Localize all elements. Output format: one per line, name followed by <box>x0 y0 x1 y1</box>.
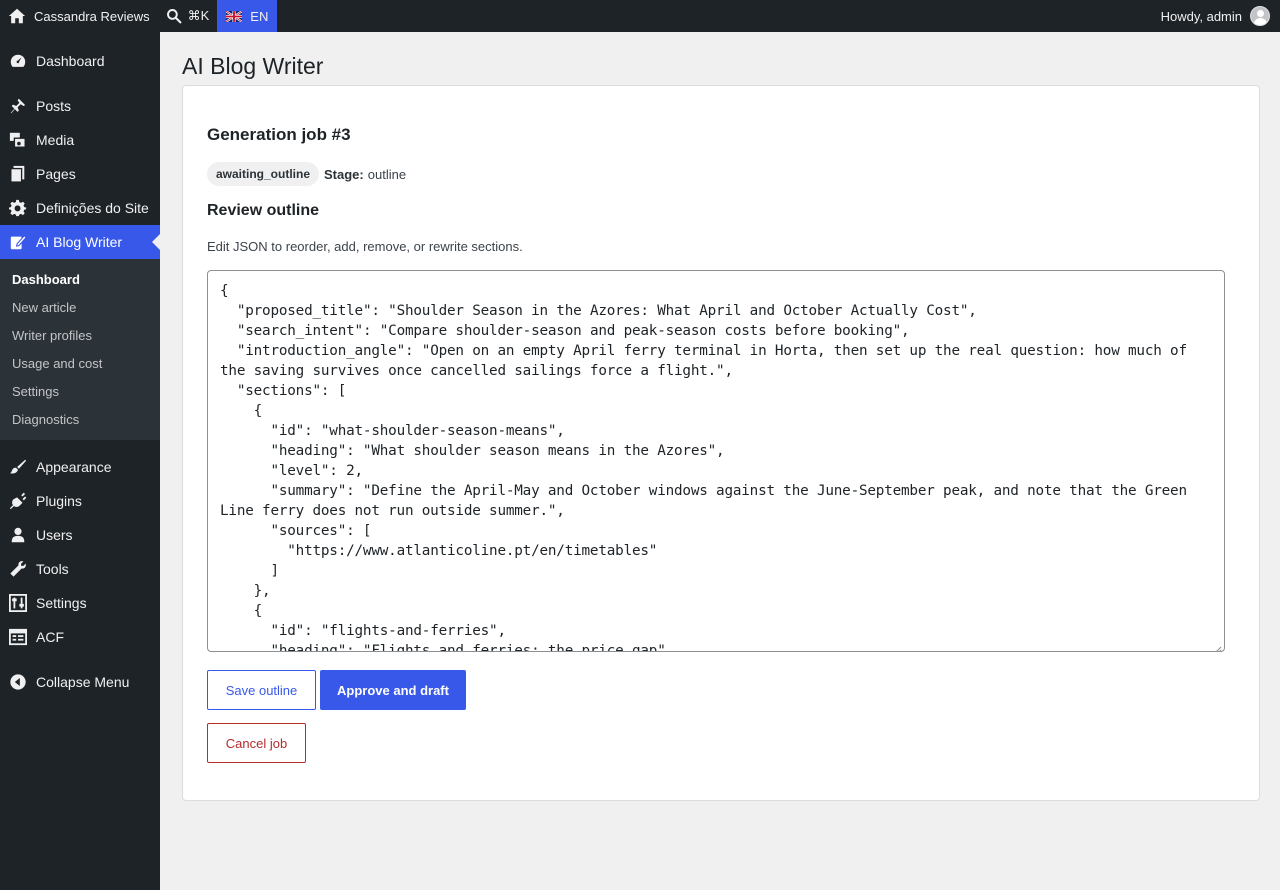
sidebar-item-label: Appearance <box>36 459 112 475</box>
sidebar-item-tools[interactable]: Tools <box>0 552 160 586</box>
sidebar-item-label: AI Blog Writer <box>36 234 123 250</box>
sidebar-item-site-settings[interactable]: Definições do Site <box>0 191 160 225</box>
status-row: awaiting_outline Stage: outline <box>207 162 406 186</box>
stage-value: outline <box>367 166 407 182</box>
sidebar-item-label: Definições do Site <box>36 200 149 216</box>
page-title: AI Blog Writer <box>182 53 324 79</box>
pages-icon <box>0 165 36 183</box>
stage-label: Stage: <box>324 166 364 182</box>
job-title: Generation job #3 <box>207 125 351 144</box>
main-content: AI Blog Writer Generation job #3 awaitin… <box>160 32 1280 890</box>
sidebar-item-ai-blog-writer[interactable]: AI Blog Writer <box>0 225 160 259</box>
outline-json-editor[interactable]: { "proposed_title": "Shoulder Season in … <box>207 270 1225 652</box>
sidebar-item-media[interactable]: Media <box>0 123 160 157</box>
command-search-button[interactable]: ⌘K <box>158 0 218 32</box>
sidebar-item-label: Posts <box>36 98 72 114</box>
cancel-job-button[interactable]: Cancel job <box>207 723 306 763</box>
greeting: Howdy, admin <box>1160 8 1242 24</box>
sidebar-item-posts[interactable]: Posts <box>0 89 160 123</box>
sidebar-item-users[interactable]: Users <box>0 518 160 552</box>
media-icon <box>0 131 36 149</box>
sidebar-item-label: Users <box>36 527 73 543</box>
collapse-menu-button[interactable]: Collapse Menu <box>0 665 160 699</box>
brush-icon <box>0 458 36 476</box>
sliders-icon <box>0 594 36 612</box>
sidebar-item-label: Plugins <box>36 493 82 509</box>
uk-flag-icon <box>226 10 243 22</box>
sidebar-item-label: Settings <box>36 595 87 611</box>
home-icon <box>8 7 26 25</box>
edit-page-icon <box>0 233 36 251</box>
submenu-item-new-article[interactable]: New article <box>0 294 160 322</box>
sidebar-item-label: Pages <box>36 166 76 182</box>
submenu-item-diagnostics[interactable]: Diagnostics <box>0 406 160 434</box>
admin-sidebar: Dashboard Posts Media Pages Definições d… <box>0 32 160 890</box>
search-shortcut: ⌘K <box>187 8 210 23</box>
outline-json-text: { "proposed_title": "Shoulder Season in … <box>220 283 1187 652</box>
account-menu[interactable]: Howdy, admin <box>1153 0 1280 32</box>
submenu-item-dashboard[interactable]: Dashboard <box>0 266 160 294</box>
user-icon <box>0 526 36 544</box>
save-outline-button[interactable]: Save outline <box>207 670 316 710</box>
site-name: Cassandra Reviews <box>34 8 150 24</box>
ai-blog-writer-submenu: Dashboard New article Writer profiles Us… <box>0 259 160 440</box>
submenu-item-writer-profiles[interactable]: Writer profiles <box>0 322 160 350</box>
status-badge: awaiting_outline <box>207 162 320 186</box>
gear-icon <box>0 199 36 217</box>
sidebar-item-appearance[interactable]: Appearance <box>0 450 160 484</box>
submenu-item-settings[interactable]: Settings <box>0 378 160 406</box>
language-switcher[interactable]: EN <box>217 0 278 32</box>
sidebar-item-label: Tools <box>36 561 69 577</box>
wrench-icon <box>0 560 36 578</box>
sidebar-item-acf[interactable]: ACF <box>0 620 160 654</box>
dashboard-icon <box>0 52 36 70</box>
table-icon <box>0 628 36 646</box>
site-name-link[interactable]: Cassandra Reviews <box>0 0 158 32</box>
sidebar-item-plugins[interactable]: Plugins <box>0 484 160 518</box>
sidebar-item-label: ACF <box>36 629 64 645</box>
submenu-item-usage-and-cost[interactable]: Usage and cost <box>0 350 160 378</box>
job-card: Generation job #3 awaiting_outline Stage… <box>182 85 1260 801</box>
pin-icon <box>0 97 36 115</box>
avatar <box>1250 6 1270 26</box>
resize-handle-icon[interactable] <box>1214 641 1222 651</box>
sidebar-item-dashboard[interactable]: Dashboard <box>0 44 160 78</box>
sidebar-item-settings[interactable]: Settings <box>0 586 160 620</box>
sidebar-item-label: Media <box>36 132 75 148</box>
search-icon <box>166 8 182 24</box>
plug-icon <box>0 492 36 510</box>
collapse-icon <box>0 673 36 691</box>
sidebar-item-label: Dashboard <box>36 53 105 69</box>
sidebar-item-label: Collapse Menu <box>36 674 130 690</box>
review-outline-description: Edit JSON to reorder, add, remove, or re… <box>207 239 523 254</box>
approve-and-draft-button[interactable]: Approve and draft <box>320 670 466 710</box>
language-code: EN <box>250 8 269 24</box>
admin-bar: Cassandra Reviews ⌘K EN Howdy, admin <box>0 0 1280 32</box>
sidebar-item-pages[interactable]: Pages <box>0 157 160 191</box>
review-outline-heading: Review outline <box>207 202 320 219</box>
